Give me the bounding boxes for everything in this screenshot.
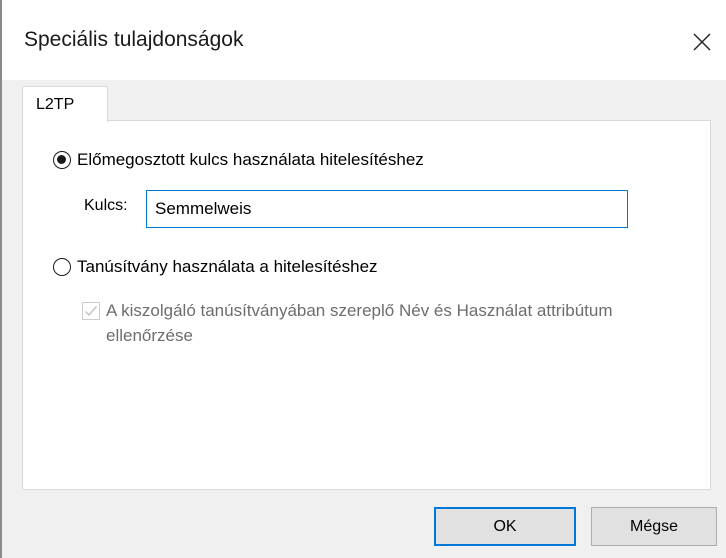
verify-checkbox[interactable] xyxy=(82,302,100,320)
psk-radio-option[interactable]: Előmegosztott kulcs használata hitelesít… xyxy=(53,150,424,170)
key-input[interactable] xyxy=(146,190,628,228)
ok-button[interactable]: OK xyxy=(434,507,576,546)
cancel-button[interactable]: Mégse xyxy=(591,507,717,546)
window-title: Speciális tulajdonságok xyxy=(24,28,244,51)
tab-l2tp[interactable]: L2TP xyxy=(22,86,108,122)
tab-label: L2TP xyxy=(36,96,75,113)
psk-radio-label: Előmegosztott kulcs használata hitelesít… xyxy=(77,150,424,169)
cert-radio-option[interactable]: Tanúsítvány használata a hitelesítéshez xyxy=(53,257,378,277)
close-icon xyxy=(693,33,711,51)
cert-radio-label: Tanúsítvány használata a hitelesítéshez xyxy=(77,257,378,276)
psk-radio[interactable] xyxy=(53,151,71,169)
verify-checkbox-label: A kiszolgáló tanúsítványában szereplő Né… xyxy=(106,301,613,345)
verify-checkbox-option[interactable]: A kiszolgáló tanúsítványában szereplő Né… xyxy=(82,298,646,348)
key-label: Kulcs: xyxy=(84,197,128,214)
checkmark-icon xyxy=(85,306,98,317)
cert-radio[interactable] xyxy=(53,258,71,276)
title-bar: Speciális tulajdonságok xyxy=(2,0,726,80)
close-button[interactable] xyxy=(682,22,722,62)
